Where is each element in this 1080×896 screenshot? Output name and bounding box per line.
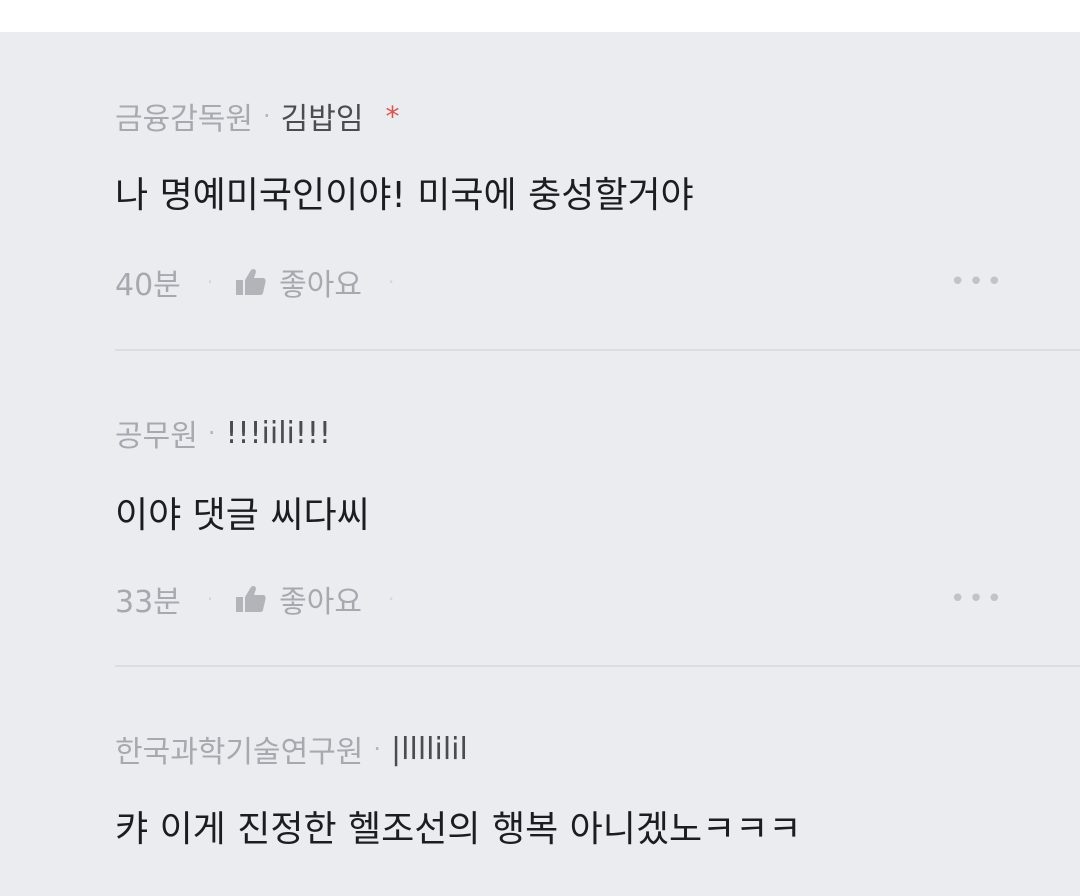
- author-nickname[interactable]: |llllilil: [391, 732, 468, 767]
- top-bar: [0, 0, 1080, 32]
- thumbs-up-icon: [236, 585, 266, 612]
- thumbs-up-icon: [236, 268, 266, 295]
- comment-text: 나 명예미국인이야! 미국에 충성할거야: [115, 175, 694, 216]
- like-button[interactable]: 좋아요: [235, 260, 362, 304]
- like-button[interactable]: 좋아요: [235, 577, 362, 621]
- comment-item: 공무원 · !!!iili!!! 이야 댓글 씨다씨 33분 · 좋아요 · •…: [115, 413, 1080, 713]
- author-organization: 한국과학기술연구원: [115, 735, 364, 770]
- comment-divider: [115, 349, 1080, 351]
- comment-divider: [115, 665, 1080, 667]
- action-separator: ·: [206, 270, 214, 294]
- comment-text: 캬 이게 진정한 헬조선의 행복 아니겠노ㅋㅋㅋ: [115, 809, 802, 850]
- comment-item: 금융감독원 · 김밥임 * 나 명예미국인이야! 미국에 충성할거야 40분 ·…: [115, 96, 1080, 396]
- author-nickname[interactable]: !!!iili!!!: [225, 416, 331, 451]
- meta-separator: ·: [373, 735, 382, 763]
- author-organization: 금융감독원: [115, 102, 253, 137]
- comment-list: 금융감독원 · 김밥임 * 나 명예미국인이야! 미국에 충성할거야 40분 ·…: [0, 32, 1080, 896]
- author-nickname[interactable]: 김밥임: [281, 94, 364, 138]
- comment-text: 이야 댓글 씨다씨: [115, 495, 370, 536]
- action-separator: ·: [387, 587, 395, 611]
- meta-separator: ·: [263, 102, 271, 130]
- meta-separator: ·: [207, 419, 216, 447]
- author-organization: 공무원: [115, 419, 198, 454]
- like-label: 좋아요: [279, 268, 362, 303]
- comment-actions: 33분 · 좋아요 · •••: [115, 577, 1005, 621]
- more-options-icon[interactable]: •••: [950, 267, 1005, 297]
- action-separator: ·: [387, 270, 395, 294]
- like-label: 좋아요: [279, 585, 362, 620]
- comment-item: 한국과학기술연구원 · |llllilil 캬 이게 진정한 헬조선의 행복 아…: [115, 729, 1080, 889]
- author-badge: *: [385, 99, 400, 133]
- more-options-icon[interactable]: •••: [950, 584, 1005, 614]
- action-separator: ·: [206, 587, 214, 611]
- comment-author-line: 공무원 · !!!iili!!!: [115, 413, 331, 455]
- comment-timestamp: 33분: [115, 585, 181, 620]
- comment-author-line: 한국과학기술연구원 · |llllilil: [115, 729, 468, 771]
- comment-author-line: 금융감독원 · 김밥임 *: [115, 94, 400, 138]
- comment-timestamp: 40분: [115, 268, 181, 303]
- comment-actions: 40분 · 좋아요 · •••: [115, 260, 1005, 304]
